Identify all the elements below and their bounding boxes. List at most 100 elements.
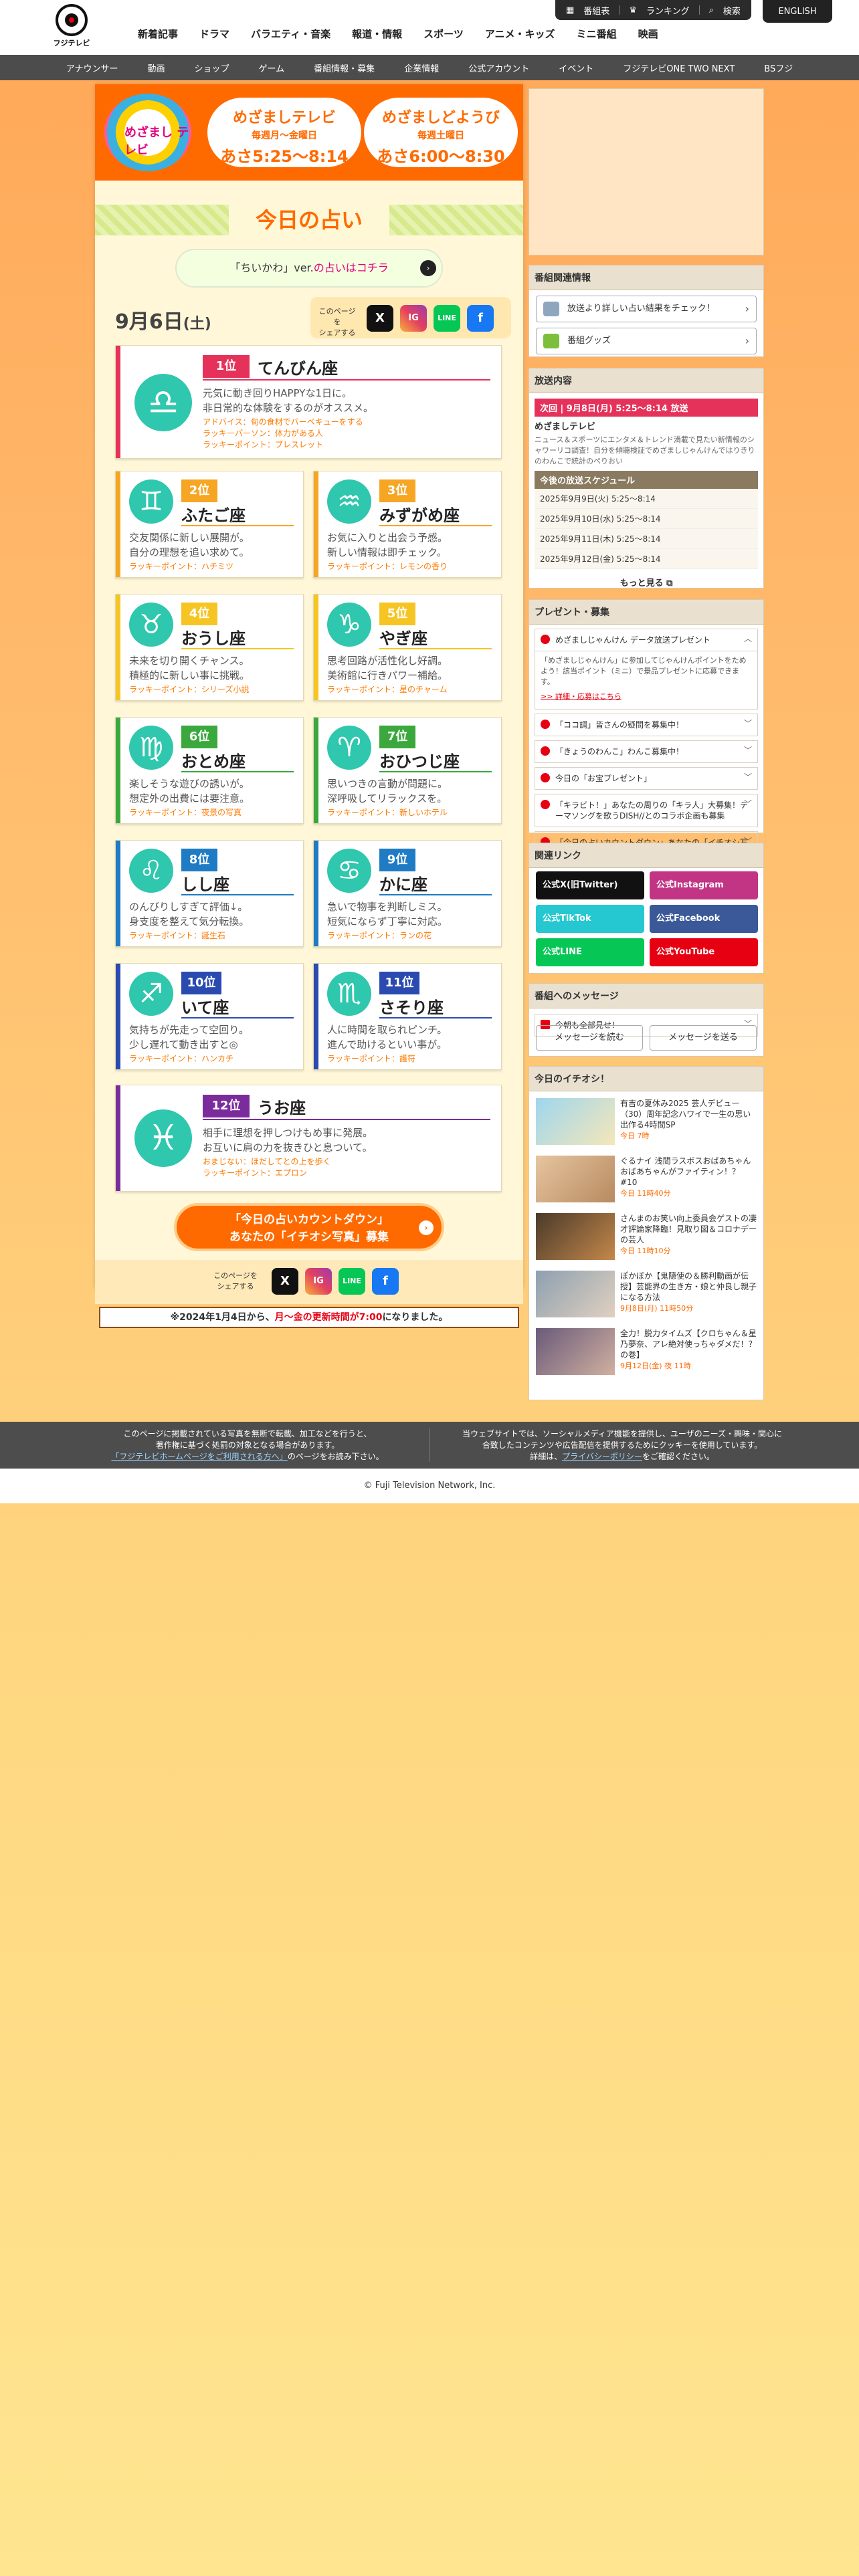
schedule-title: 今後の放送スケジュール [535, 471, 758, 489]
main-column: めざまし テレビ めざましテレビ 毎週月〜金曜日 あさ5:25〜8:14 めざま… [95, 84, 523, 1328]
fortune-card-11[interactable]: ♏ 11位 さそり座 人に時間を取られピンチ。 進んで助けるといい事が。 ラッキー… [313, 963, 502, 1070]
countdown-photo-button[interactable]: 「今日の占いカウントダウン」 あなたの「イチオシ写真」募集 › [174, 1203, 444, 1251]
program-banner[interactable]: めざまし テレビ めざましテレビ 毎週月〜金曜日 あさ5:25〜8:14 めざま… [95, 84, 523, 181]
read-message-button[interactable]: メッセージを読む [536, 1025, 643, 1051]
rank-badge: 3位 [379, 479, 415, 502]
gnav-info[interactable]: 報道・情報 [341, 27, 413, 41]
gnav-movie[interactable]: 映画 [628, 27, 669, 41]
facebook-link[interactable]: 公式Facebook [650, 905, 758, 933]
program-name: めざましテレビ [535, 422, 596, 432]
subnav-event[interactable]: イベント [544, 62, 608, 74]
links-box: 関連リンク 公式X(旧Twitter) 公式Instagram 公式TikTok… [529, 843, 764, 974]
subnav-shop[interactable]: ショップ [180, 62, 244, 74]
tiktok-link[interactable]: 公式TikTok [536, 905, 644, 933]
update-notice: ※2024年1月4日から、月〜金の更新時間が7:00になりました。 [99, 1307, 519, 1328]
gnav-anime[interactable]: アニメ・キッズ [474, 27, 566, 41]
sagittarius-icon: ♐ [129, 972, 173, 1016]
sign-name: かに座 [379, 875, 427, 894]
pick-item[interactable]: ぽかぼか【鬼隠使の＆勝利動画が伝授】芸能界の生き方・娘と仲良し親子になる方法 9月… [536, 1271, 757, 1321]
pick-item[interactable]: さんまのお笑い向上委員会ゲストの凄才評論家降臨！見取り図＆コロナデーの芸人 今日 … [536, 1213, 757, 1264]
line-share-icon[interactable]: LINE [434, 305, 460, 332]
fortune-text: 急いで物事を判断しミス。 短気にならず丁寧に対応。 [327, 901, 448, 928]
util-search[interactable]: 検索 [723, 4, 741, 17]
instagram-link[interactable]: 公式Instagram [650, 871, 758, 899]
subnav-one-two-next[interactable]: フジテレビONE TWO NEXT [608, 62, 749, 74]
rank-badge: 12位 [203, 1095, 250, 1117]
fortune-text: 楽しそうな遊びの誘いが。 想定外の出費には要注意。 [129, 778, 250, 804]
fortune-card-6[interactable]: ♍ 6位 おとめ座 楽しそうな遊びの誘いが。 想定外の出費には要注意。 ラッキーポ… [115, 717, 304, 824]
subnav-announcer[interactable]: アナウンサー [52, 62, 133, 74]
saturday-time: あさ6:00〜8:30 [377, 147, 505, 166]
present-item-open[interactable]: めざましじゃんけん データ放送プレゼント ︿ [535, 629, 758, 651]
pick-item[interactable]: 有吉の夏休み2025 芸人デビュー（30）周年記念ハワイで一生の思い出作る4時間… [536, 1098, 757, 1149]
gnav-news[interactable]: 新着記事 [127, 27, 189, 41]
english-button[interactable]: ENGLISH [763, 0, 832, 23]
related-title: 番組関連情報 [529, 265, 763, 290]
subnav-program-info[interactable]: 番組情報・募集 [299, 62, 389, 74]
fortune-card-5[interactable]: ♑ 5位 やぎ座 思考回路が活性化し好調。 美術館に行きパワー補給。 ラッキーポイ… [313, 594, 502, 701]
facebook-share-icon[interactable]: f [372, 1268, 399, 1295]
x-share-icon[interactable]: X [272, 1268, 298, 1295]
fortune-card-8[interactable]: ♌ 8位 しし座 のんびりしすぎて評価↓。 身支度を整えて気分転換。 ラッキーポイ… [115, 840, 304, 947]
subnav-corporate[interactable]: 企業情報 [389, 62, 454, 74]
chevron-down-icon: ﹀ [743, 746, 752, 755]
line-link[interactable]: 公式LINE [536, 938, 644, 966]
facebook-share-icon[interactable]: f [467, 305, 494, 332]
sign-name: いて座 [181, 998, 229, 1017]
fortune-card-9[interactable]: ♋ 9位 かに座 急いで物事を判断しミス。 短気にならず丁寧に対応。 ラッキーポイ… [313, 840, 502, 947]
util-ranking[interactable]: ランキング [646, 4, 690, 17]
more-link[interactable]: もっと見る ⧉ [529, 569, 763, 598]
subnav-bsfuji[interactable]: BSフジ [749, 62, 807, 74]
sign-name: さそり座 [379, 998, 444, 1017]
pick-item[interactable]: ぐるナイ 浅間ラスボスおばあちゃん おばあちゃんがファイティン！？ #10 今日 … [536, 1156, 757, 1206]
fortune-card-3[interactable]: ♒ 3位 みずがめ座 お気に入りと出会う予感。 新しい情報は即チェック。 ラッキー… [313, 471, 502, 578]
terms-link[interactable]: 「フジテレビホームページをご利用される方へ」 [111, 1452, 287, 1461]
pick-item[interactable]: 全力！脱力タイムズ【クロちゃん＆星乃夢奈、アレ絶対使っちゃダメだ！？の巻】 9月1… [536, 1328, 757, 1379]
pick-thumbnail [536, 1156, 615, 1202]
schedule-item: 2025年9月9日(火) 5:25〜8:14 [535, 489, 758, 509]
x-link[interactable]: 公式X(旧Twitter) [536, 871, 644, 899]
fortune-card-12[interactable]: ♓ 12位 うお座 相手に理想を押しつけもめ事に発展。 お互いに肩の力を抜きひと息… [115, 1085, 502, 1192]
fortune-card-7[interactable]: ♈ 7位 おひつじ座 思いつきの言動が問題に。 深呼吸してリラックスを。 ラッキー… [313, 717, 502, 824]
youtube-link[interactable]: 公式YouTube [650, 938, 758, 966]
instagram-share-icon[interactable]: IG [305, 1268, 332, 1295]
fujitv-logo[interactable]: フジテレビ [48, 4, 95, 51]
fortune-card-10[interactable]: ♐ 10位 いて座 気持ちが先走って空回り。 少し遅れて動き出すと◎ ラッキーポイ… [115, 963, 304, 1070]
lucky-info: おまじない：ほだしてとの上を歩く ラッキーポイント：エプロン [203, 1157, 331, 1178]
lucky-info: ラッキーポイント：ランの花 [327, 931, 432, 940]
instagram-share-icon[interactable]: IG [400, 305, 427, 332]
util-tv-guide[interactable]: 番組表 [583, 4, 609, 17]
subnav-video[interactable]: 動画 [133, 62, 180, 74]
privacy-link[interactable]: プライバシーポリシー [562, 1452, 642, 1461]
fortune-card-4[interactable]: ♉ 4位 おうし座 未来を切り開くチャンス。 積極的に新しい事に挑戦。 ラッキーポ… [115, 594, 304, 701]
present-item[interactable]: 「キラビト！」あなたの周りの「キラ人」大募集！テーマソングを歌うDISH//との… [535, 794, 758, 827]
crown-icon: ♛ [629, 5, 637, 15]
present-item[interactable]: 「ココ調」皆さんの疑問を募集中！ ﹀ [535, 714, 758, 736]
rank-badge: 10位 [181, 972, 221, 994]
present-item[interactable]: 今日の「お宝プレゼント」 ﹀ [535, 767, 758, 790]
fortune-card-1[interactable]: ♎ 1位 てんびん座 元気に動き回りHAPPYな1日に。 非日常的な体験をするのが… [115, 345, 502, 459]
send-message-button[interactable]: メッセージを送る [650, 1025, 757, 1051]
chevron-right-icon: › [745, 334, 749, 347]
subnav-game[interactable]: ゲーム [244, 62, 300, 74]
related-link-detail[interactable]: 放送より詳しい占い結果をチェック！ › [536, 296, 757, 322]
onair-title: 放送内容 [529, 368, 763, 393]
present-item[interactable]: 「きょうのわんこ」わんこ募集中！ ﹀ [535, 740, 758, 763]
chiikawa-link[interactable]: 「ちいかわ」ver.の占いはコチラ › [175, 249, 443, 288]
cookie-notice: 当ウェブサイトでは、ソーシャルメディア機能を提供し、ユーザのニーズ・興味・関心に… [462, 1429, 783, 1461]
fortune-text: 未来を切り開くチャンス。 積極的に新しい事に挑戦。 [129, 655, 250, 681]
gnav-variety[interactable]: バラエティ・音楽 [240, 27, 341, 41]
subnav-official-accounts[interactable]: 公式アカウント [454, 62, 544, 74]
schedule-item: 2025年9月11日(木) 5:25〜8:14 [535, 529, 758, 549]
related-link-goods[interactable]: 番組グッズ › [536, 328, 757, 354]
pick-box: 今日のイチオシ！ 有吉の夏休み2025 芸人デビュー（30）周年記念ハワイで一生… [529, 1066, 764, 1400]
weekday-days: 毎週月〜金曜日 [252, 130, 317, 141]
fortune-card-2[interactable]: ♊ 2位 ふたご座 交友関係に新しい展開が。 自分の理想を追い求めて。 ラッキーポ… [115, 471, 304, 578]
present-apply-link[interactable]: >> 詳細・応募はこちら [541, 691, 752, 702]
gnav-sports[interactable]: スポーツ [413, 27, 474, 41]
rank-badge: 2位 [181, 479, 217, 502]
gnav-drama[interactable]: ドラマ [189, 27, 240, 41]
x-share-icon[interactable]: X [367, 305, 393, 332]
gnav-mini[interactable]: ミニ番組 [566, 27, 628, 41]
line-share-icon[interactable]: LINE [339, 1268, 365, 1295]
